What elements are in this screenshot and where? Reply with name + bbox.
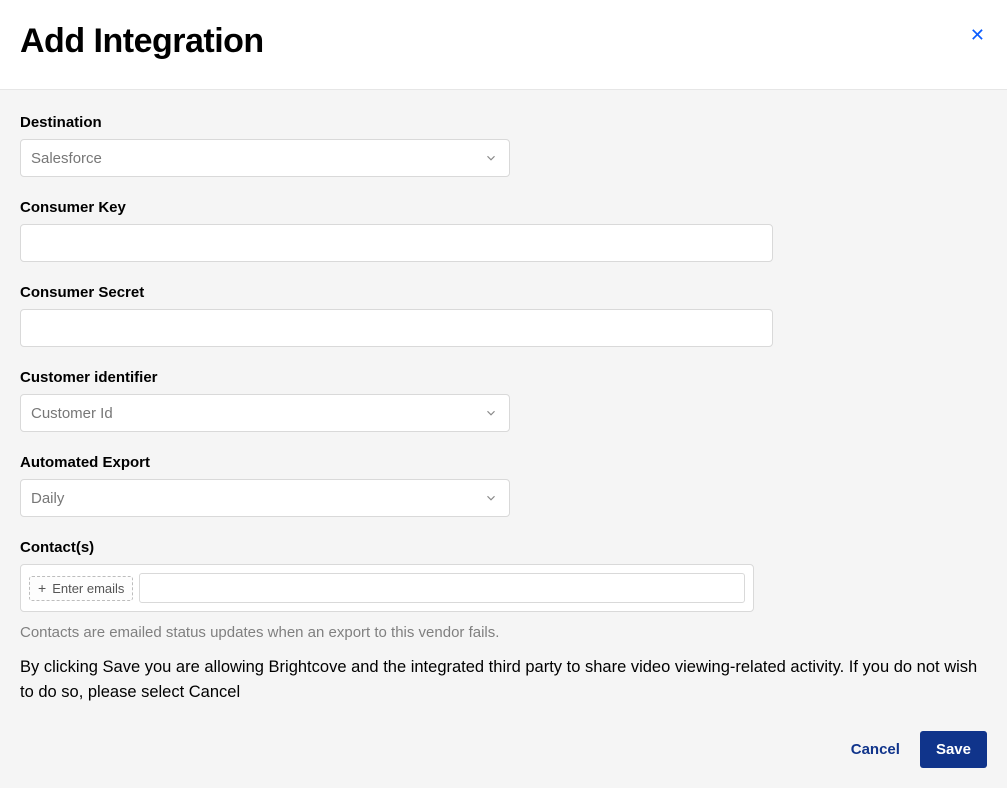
dialog-body: Destination Salesforce Consumer Key Cons… [0,89,1007,788]
customer-identifier-label: Customer identifier [20,369,987,386]
consumer-secret-label: Consumer Secret [20,284,987,301]
automated-export-label: Automated Export [20,454,987,471]
dialog-title: Add Integration [20,22,264,61]
add-email-chip[interactable]: + Enter emails [29,576,133,601]
disclaimer-text: By clicking Save you are allowing Bright… [20,655,987,705]
contacts-input[interactable] [139,573,745,603]
destination-label: Destination [20,114,987,131]
field-consumer-key: Consumer Key [20,199,987,262]
close-icon[interactable]: ✕ [968,26,987,44]
consumer-key-input[interactable] [20,224,773,262]
field-customer-identifier: Customer identifier Customer Id [20,369,987,432]
destination-select[interactable]: Salesforce [20,139,510,177]
contacts-label: Contact(s) [20,539,987,556]
automated-export-value: Daily [20,479,510,517]
dialog-header: Add Integration ✕ [0,0,1007,89]
contacts-helper-text: Contacts are emailed status updates when… [20,624,987,641]
plus-icon: + [38,581,46,595]
field-contacts: Contact(s) + Enter emails Contacts are e… [20,539,987,641]
consumer-key-label: Consumer Key [20,199,987,216]
field-destination: Destination Salesforce [20,114,987,177]
field-consumer-secret: Consumer Secret [20,284,987,347]
save-button[interactable]: Save [920,731,987,768]
destination-value: Salesforce [20,139,510,177]
field-automated-export: Automated Export Daily [20,454,987,517]
customer-identifier-value: Customer Id [20,394,510,432]
contacts-container: + Enter emails [20,564,754,612]
cancel-button[interactable]: Cancel [849,733,902,766]
customer-identifier-select[interactable]: Customer Id [20,394,510,432]
dialog-footer: Cancel Save [20,731,987,768]
automated-export-select[interactable]: Daily [20,479,510,517]
add-email-chip-label: Enter emails [52,581,124,596]
consumer-secret-input[interactable] [20,309,773,347]
